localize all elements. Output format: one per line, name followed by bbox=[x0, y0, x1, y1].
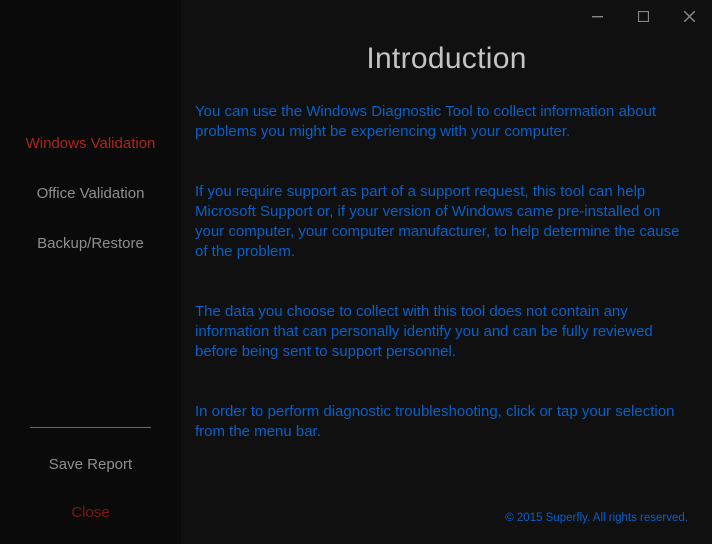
content-area: You can use the Windows Diagnostic Tool … bbox=[181, 102, 712, 544]
sidebar-spacer bbox=[0, 268, 181, 427]
intro-paragraph: The data you choose to collect with this… bbox=[195, 302, 692, 362]
sidebar-item-label: Windows Validation bbox=[26, 135, 156, 152]
window-close-button[interactable] bbox=[666, 4, 712, 28]
maximize-icon bbox=[638, 11, 649, 22]
footer-copyright: © 2015 Superfly. All rights reserved. bbox=[505, 512, 688, 524]
save-report-button[interactable]: Save Report bbox=[0, 440, 181, 488]
minimize-button[interactable] bbox=[574, 4, 620, 28]
sidebar: Windows Validation Office Validation Bac… bbox=[0, 0, 181, 544]
titlebar bbox=[181, 0, 712, 28]
sidebar-item-backup-restore[interactable]: Backup/Restore bbox=[0, 218, 181, 268]
main-panel: Introduction You can use the Windows Dia… bbox=[181, 0, 712, 544]
sidebar-item-office-validation[interactable]: Office Validation bbox=[0, 168, 181, 218]
close-button[interactable]: Close bbox=[0, 488, 181, 536]
maximize-button[interactable] bbox=[620, 4, 666, 28]
save-report-label: Save Report bbox=[49, 456, 132, 473]
sidebar-item-label: Backup/Restore bbox=[37, 235, 144, 252]
sidebar-divider bbox=[30, 427, 151, 428]
page-title: Introduction bbox=[181, 42, 712, 76]
sidebar-item-windows-validation[interactable]: Windows Validation bbox=[0, 118, 181, 168]
close-label: Close bbox=[71, 504, 109, 521]
intro-paragraph: You can use the Windows Diagnostic Tool … bbox=[195, 102, 692, 142]
minimize-icon bbox=[592, 11, 603, 22]
sidebar-item-label: Office Validation bbox=[37, 185, 145, 202]
close-icon bbox=[684, 11, 695, 22]
intro-paragraph: In order to perform diagnostic troublesh… bbox=[195, 402, 692, 442]
intro-paragraph: If you require support as part of a supp… bbox=[195, 182, 692, 262]
